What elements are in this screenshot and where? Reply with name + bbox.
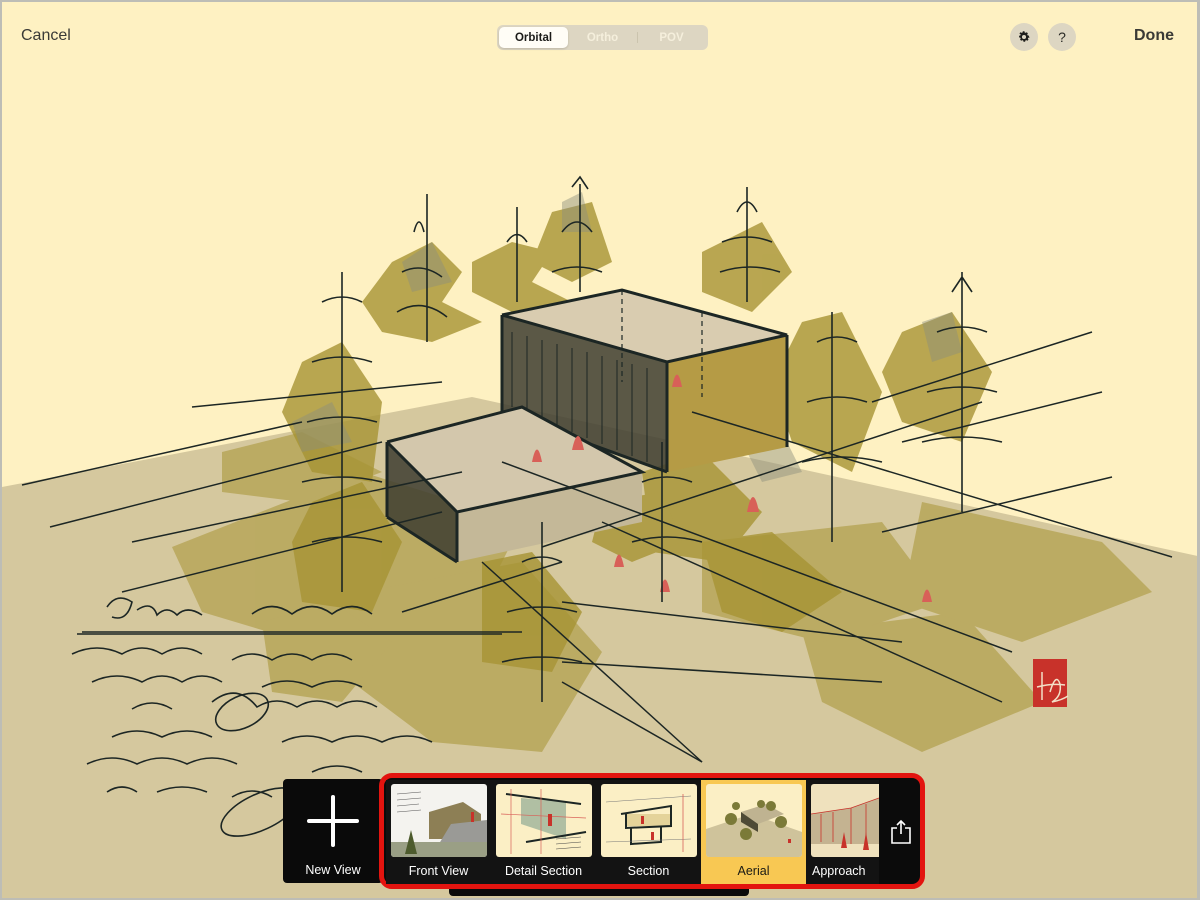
view-mode-segmented-control: Orbital Ortho POV <box>497 25 708 50</box>
view-mode-orbital[interactable]: Orbital <box>499 27 568 48</box>
view-label: Approach <box>812 864 866 878</box>
view-mode-ortho[interactable]: Ortho <box>568 27 637 48</box>
plus-icon <box>307 795 359 847</box>
settings-button[interactable] <box>1010 23 1038 51</box>
view-label: Front View <box>408 864 469 878</box>
view-label: Section <box>627 864 670 878</box>
thumbnail-image <box>706 784 802 857</box>
app-window: Cancel Orbital Ortho POV ? Done New View <box>0 0 1200 900</box>
thumbnail-image <box>811 784 879 857</box>
help-icon: ? <box>1058 29 1066 45</box>
thumbnail-image <box>496 784 592 857</box>
view-thumbnail-front-view[interactable]: Front View <box>386 780 491 884</box>
artist-stamp <box>1033 659 1069 707</box>
new-view-label: New View <box>305 863 361 877</box>
saved-views-list[interactable]: Front View Detail Section Section Aerial… <box>386 780 880 884</box>
help-button[interactable]: ? <box>1048 23 1076 51</box>
view-thumbnail-section[interactable]: Section <box>596 780 701 884</box>
view-thumbnail-detail-section[interactable]: Detail Section <box>491 780 596 884</box>
thumbnail-image <box>391 784 487 857</box>
cancel-button[interactable]: Cancel <box>21 27 71 45</box>
share-icon <box>891 819 911 844</box>
view-thumbnail-aerial[interactable]: Aerial <box>701 780 806 884</box>
view-label: Aerial <box>737 864 770 878</box>
view-mode-pov[interactable]: POV <box>637 27 706 48</box>
done-button[interactable]: Done <box>1134 27 1174 45</box>
new-view-button[interactable]: New View <box>283 779 383 883</box>
view-label: Detail Section <box>504 864 583 878</box>
gear-icon <box>1019 31 1030 42</box>
share-button[interactable] <box>881 780 921 884</box>
thumbnail-image <box>601 784 697 857</box>
view-thumbnail-approach[interactable]: Approach <box>806 780 879 884</box>
sketch-canvas[interactable] <box>2 2 1200 900</box>
